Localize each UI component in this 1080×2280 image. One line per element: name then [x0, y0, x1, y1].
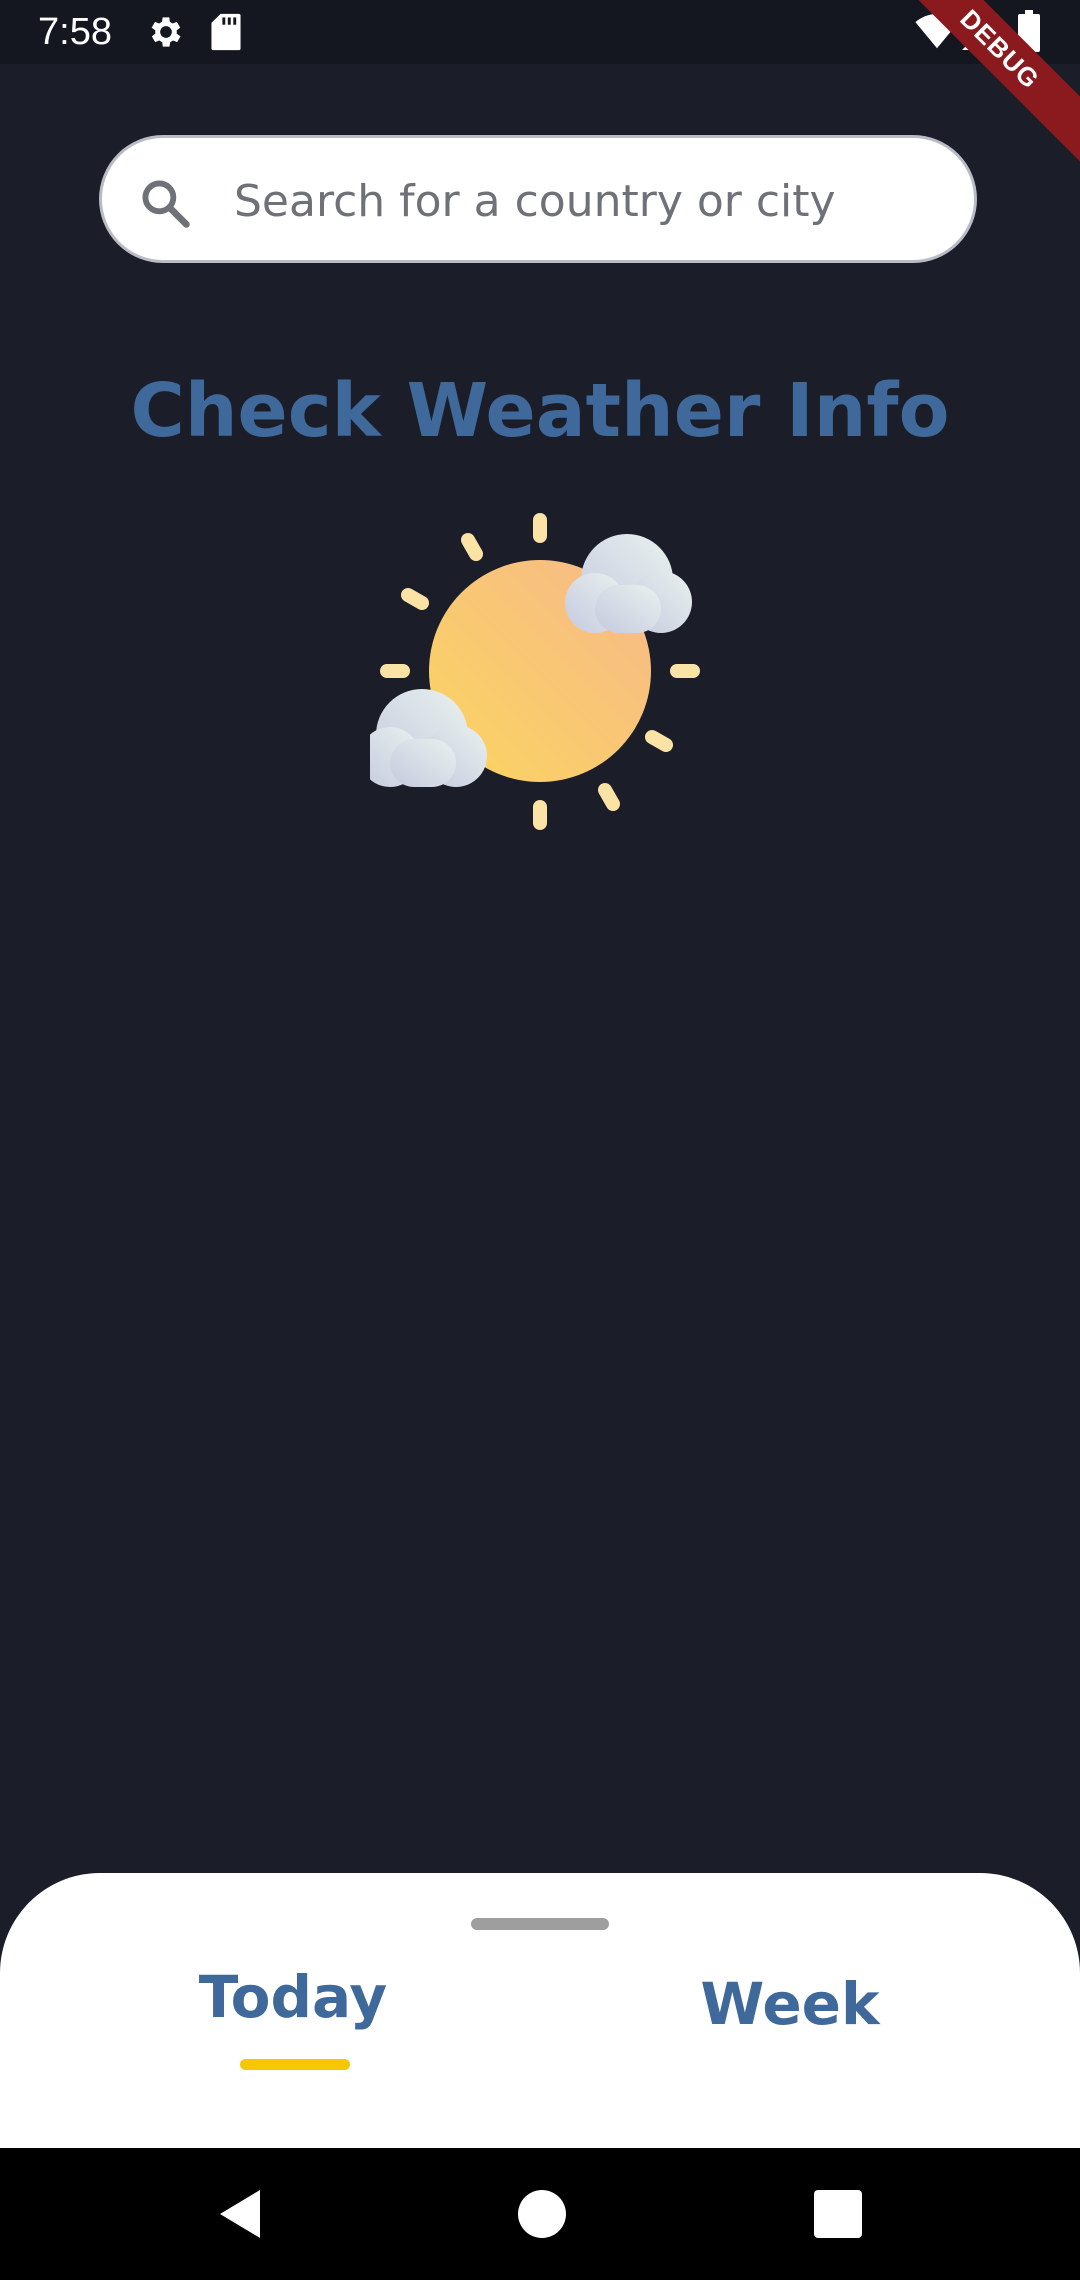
drag-handle[interactable] [471, 1918, 609, 1930]
search-icon [138, 176, 192, 230]
sun-with-clouds-icon [360, 505, 710, 845]
home-icon[interactable] [512, 2184, 572, 2244]
search-bar[interactable] [99, 135, 977, 263]
bottom-sheet: Today Week [0, 1873, 1080, 2148]
page-title: Check Weather Info [130, 368, 950, 454]
sd-card-icon [208, 12, 244, 56]
status-time: 7:58 [38, 11, 112, 53]
app-screen: 7:58 DEBUG Search for a country or city … [0, 0, 1080, 2280]
recents-icon[interactable] [808, 2184, 868, 2244]
status-bar: 7:58 DEBUG [0, 0, 1080, 172]
search-input[interactable] [232, 158, 936, 244]
tab-today[interactable]: Today [143, 1963, 443, 2031]
system-nav-bar [0, 2148, 1080, 2280]
gear-icon [146, 12, 186, 56]
tab-selected-indicator [240, 2059, 350, 2070]
tab-week[interactable]: Week [640, 1970, 940, 2038]
back-icon[interactable] [212, 2184, 272, 2244]
